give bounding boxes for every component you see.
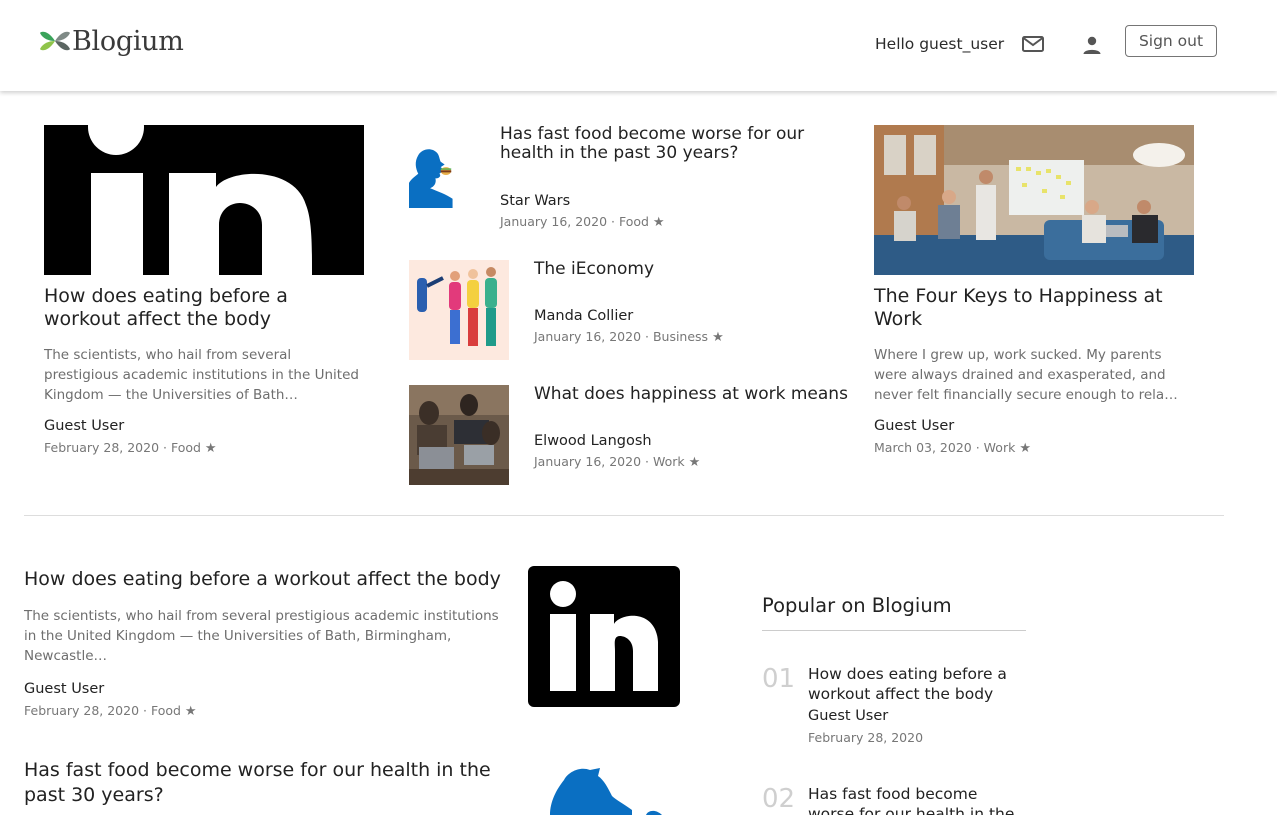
separator: · bbox=[971, 440, 984, 455]
separator: · bbox=[139, 703, 151, 718]
star-icon[interactable]: ★ bbox=[689, 455, 701, 470]
date: March 03, 2020 bbox=[874, 440, 972, 455]
popular-item-author[interactable]: Guest User bbox=[808, 708, 1026, 724]
separator: · bbox=[641, 454, 653, 469]
separator: · bbox=[641, 329, 653, 344]
list-item-excerpt: The scientists, who hail from several pr… bbox=[24, 608, 499, 664]
separator: · bbox=[607, 214, 619, 229]
ieconomy-image bbox=[409, 260, 509, 360]
featured-left-author[interactable]: Guest User bbox=[44, 418, 364, 434]
logo-text: Blogium bbox=[72, 25, 184, 57]
category[interactable]: Food bbox=[171, 440, 201, 455]
fastfood-image bbox=[409, 142, 453, 208]
popular-rank: 01 bbox=[762, 664, 796, 694]
list-item-title[interactable]: How does eating before a workout affect … bbox=[24, 568, 514, 591]
category[interactable]: Work bbox=[984, 440, 1016, 455]
popular-heading: Popular on Blogium bbox=[762, 594, 952, 617]
featured-middle-author[interactable]: Elwood Langosh bbox=[534, 433, 864, 449]
date: January 16, 2020 bbox=[500, 214, 608, 229]
popular-item[interactable]: 02 Has fast food become worse for our he… bbox=[762, 784, 1026, 815]
star-icon[interactable]: ★ bbox=[712, 330, 724, 345]
popular-section: Popular on Blogium 01 How does eating be… bbox=[762, 594, 1026, 815]
featured-card-left[interactable]: How does eating before a workout affect … bbox=[44, 125, 364, 456]
person-icon[interactable] bbox=[1080, 34, 1104, 56]
list-item-meta: February 28, 2020 · Food ★ bbox=[24, 703, 514, 719]
star-icon[interactable]: ★ bbox=[185, 704, 197, 719]
list-item-author[interactable]: Guest User bbox=[24, 681, 514, 697]
mail-icon[interactable] bbox=[1020, 33, 1046, 55]
leaf-logo-icon bbox=[40, 31, 70, 51]
featured-middle-meta: January 16, 2020 · Food ★ bbox=[500, 214, 830, 230]
featured-middle-meta: January 16, 2020 · Business ★ bbox=[534, 329, 854, 345]
star-icon[interactable]: ★ bbox=[653, 215, 665, 230]
featured-left-excerpt: The scientists, who hail from several pr… bbox=[44, 347, 359, 403]
list-item[interactable]: Has fast food become worse for our healt… bbox=[24, 758, 514, 808]
featured-left-title[interactable]: How does eating before a workout affect … bbox=[44, 285, 364, 331]
list-item[interactable]: How does eating before a workout affect … bbox=[24, 568, 514, 719]
greeting-text: Hello guest_user bbox=[875, 35, 1005, 53]
coworkers-photo bbox=[409, 385, 509, 485]
category[interactable]: Work bbox=[653, 454, 685, 469]
featured-middle-title[interactable]: What does happiness at work means bbox=[534, 385, 864, 404]
date: January 16, 2020 bbox=[534, 454, 642, 469]
featured-right-excerpt: Where I grew up, work sucked. My parents… bbox=[874, 347, 1178, 403]
date: January 16, 2020 bbox=[534, 329, 642, 344]
popular-item-title[interactable]: How does eating before a workout affect … bbox=[808, 664, 1026, 704]
top-header: Blogium Hello guest_user Sign out bbox=[0, 0, 1277, 91]
popular-divider bbox=[762, 630, 1026, 631]
list-item-title[interactable]: Has fast food become worse for our healt… bbox=[24, 758, 514, 808]
popular-rank: 02 bbox=[762, 784, 796, 814]
star-icon[interactable]: ★ bbox=[205, 441, 217, 456]
category[interactable]: Business bbox=[653, 329, 708, 344]
featured-right-meta: March 03, 2020 · Work ★ bbox=[874, 440, 1194, 456]
featured-right-title[interactable]: The Four Keys to Happiness at Work bbox=[874, 285, 1194, 331]
popular-item[interactable]: 01 How does eating before a workout affe… bbox=[762, 664, 1026, 754]
section-divider bbox=[24, 515, 1224, 516]
featured-right-author[interactable]: Guest User bbox=[874, 418, 1194, 434]
star-icon[interactable]: ★ bbox=[1019, 441, 1031, 456]
featured-card-right[interactable]: The Four Keys to Happiness at Work Where… bbox=[874, 125, 1194, 456]
featured-left-meta: February 28, 2020 · Food ★ bbox=[44, 440, 364, 456]
popular-item-date: February 28, 2020 bbox=[808, 730, 924, 745]
linkedin-logo-image bbox=[44, 125, 364, 275]
featured-middle-title[interactable]: Has fast food become worse for our healt… bbox=[500, 125, 830, 163]
office-meeting-photo bbox=[874, 125, 1194, 275]
separator: · bbox=[159, 440, 171, 455]
fastfood-image bbox=[528, 762, 680, 815]
featured-middle-title[interactable]: The iEconomy bbox=[534, 260, 854, 279]
featured-middle-author[interactable]: Manda Collier bbox=[534, 308, 854, 324]
category[interactable]: Food bbox=[151, 703, 181, 718]
featured-middle-author[interactable]: Star Wars bbox=[500, 193, 830, 209]
date: February 28, 2020 bbox=[44, 440, 160, 455]
sign-out-button[interactable]: Sign out bbox=[1125, 25, 1217, 57]
linkedin-logo-image bbox=[528, 566, 680, 707]
logo[interactable]: Blogium bbox=[38, 24, 184, 58]
featured-middle-meta: January 16, 2020 · Work ★ bbox=[534, 454, 864, 470]
category[interactable]: Food bbox=[619, 214, 649, 229]
popular-item-title[interactable]: Has fast food become worse for our healt… bbox=[808, 784, 1026, 815]
date: February 28, 2020 bbox=[24, 703, 140, 718]
